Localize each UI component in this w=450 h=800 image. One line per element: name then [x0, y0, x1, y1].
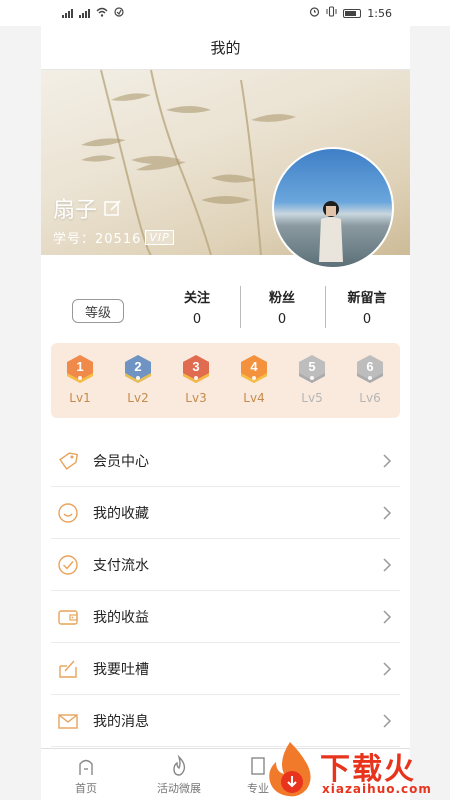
chevron-right-icon [383, 713, 392, 728]
vibrate-icon [326, 6, 337, 20]
status-bar: 1:56 [0, 0, 450, 26]
menu-item-favorites[interactable]: 我的收藏 [51, 487, 400, 539]
watermark-url: xiazaihuo.com [322, 782, 432, 796]
stat-label: 新留言 [347, 291, 387, 306]
home-icon [79, 759, 93, 775]
avatar-photo [319, 201, 343, 262]
tab-home[interactable]: 首页 [51, 755, 121, 796]
page-title: 我的 [210, 39, 241, 57]
tab-activities[interactable]: 活动微展 [144, 755, 214, 796]
tab-label: 首页 [75, 782, 97, 795]
menu-item-earnings[interactable]: 我的收益 [51, 591, 400, 643]
menu-label: 我的消息 [93, 713, 149, 730]
level-number: 6 [366, 359, 373, 374]
grade-button[interactable]: 等级 [72, 299, 124, 323]
menu-item-feedback[interactable]: 我要吐槽 [51, 643, 400, 695]
mail-icon [58, 713, 78, 729]
level-badge-4: 4 Lv4 [234, 353, 274, 405]
level-medal-icon: 4 [241, 355, 267, 383]
level-medal-icon: 6 [357, 355, 383, 383]
check-circle-icon [58, 554, 78, 575]
battery-icon [343, 8, 362, 18]
menu-label: 会员中心 [93, 453, 149, 470]
level-medal-icon: 1 [67, 355, 93, 383]
level-number: 2 [134, 359, 141, 374]
menu-label: 我的收藏 [93, 505, 149, 522]
signal-icon [79, 8, 90, 18]
stat-value: 0 [277, 312, 287, 327]
level-label: Lv5 [301, 391, 323, 405]
tab-label: 活动微展 [157, 782, 201, 795]
stat-label: 粉丝 [268, 291, 295, 306]
student-id-row: 学号：20516 VIP [53, 228, 174, 247]
level-badge-2: 2 Lv2 [118, 353, 158, 405]
stat-label: 关注 [183, 291, 210, 306]
chevron-right-icon [383, 505, 392, 520]
level-label: Lv1 [69, 391, 91, 405]
level-label: Lv3 [185, 391, 207, 405]
menu-item-payment-records[interactable]: 支付流水 [51, 539, 400, 591]
level-badge-1: 1 Lv1 [60, 353, 100, 405]
menu-label: 我要吐槽 [93, 661, 149, 678]
level-badge-6: 6 Lv6 [350, 353, 390, 405]
chevron-right-icon [383, 609, 392, 624]
status-time: 1:56 [367, 6, 392, 20]
stat-new-messages[interactable]: 新留言 0 [325, 287, 409, 327]
user-name: 扇子 [53, 198, 98, 223]
user-name-row: 扇子 [53, 192, 123, 224]
stat-fans[interactable]: 粉丝 0 [240, 287, 324, 327]
level-badge-5: 5 Lv5 [292, 353, 332, 405]
sync-icon [114, 6, 124, 20]
menu-list: 会员中心 我的收藏 支付流水 我的收益 我要吐槽 我的消息 [51, 435, 400, 747]
level-number: 5 [308, 359, 315, 374]
level-label: Lv2 [127, 391, 149, 405]
stat-value: 0 [362, 312, 372, 327]
level-number: 1 [76, 359, 83, 374]
chevron-right-icon [383, 453, 392, 468]
smile-icon [58, 502, 78, 523]
wifi-icon [96, 7, 108, 20]
alarm-icon [309, 6, 320, 20]
level-medal-icon: 5 [299, 355, 325, 383]
vip-badge: VIP [145, 230, 174, 245]
level-label: Lv6 [359, 391, 381, 405]
stat-following[interactable]: 关注 0 [155, 287, 239, 327]
stats-row: 等级 关注 0 粉丝 0 新留言 0 [41, 282, 410, 332]
chevron-right-icon [383, 557, 392, 572]
avatar[interactable] [272, 147, 394, 269]
tag-icon [59, 451, 79, 470]
chevron-right-icon [383, 661, 392, 676]
stat-value: 0 [192, 312, 202, 327]
menu-label: 我的收益 [93, 609, 149, 626]
signal-icon [62, 8, 73, 18]
chat-edit-icon [59, 660, 77, 678]
level-medal-icon: 3 [183, 355, 209, 383]
student-id: 学号：20516 [53, 232, 142, 247]
level-label: Lv4 [243, 391, 265, 405]
flame-logo-icon [269, 742, 311, 797]
wallet-icon [58, 609, 78, 625]
watermark: 下载火 xiazaihuo.com [262, 740, 450, 800]
edit-icon[interactable] [103, 198, 123, 218]
status-left [62, 6, 124, 20]
level-medal-icon: 2 [125, 355, 151, 383]
level-number: 3 [192, 359, 199, 374]
level-badges: 1 Lv1 2 Lv2 3 Lv3 4 Lv4 5 Lv5 6 Lv6 [51, 343, 400, 418]
menu-item-member-center[interactable]: 会员中心 [51, 435, 400, 487]
status-right: 1:56 [309, 6, 392, 20]
flame-icon [173, 755, 186, 776]
level-number: 4 [250, 359, 258, 374]
menu-label: 支付流水 [93, 557, 149, 574]
nav-bar: 我的 [41, 26, 410, 70]
level-badge-3: 3 Lv3 [176, 353, 216, 405]
